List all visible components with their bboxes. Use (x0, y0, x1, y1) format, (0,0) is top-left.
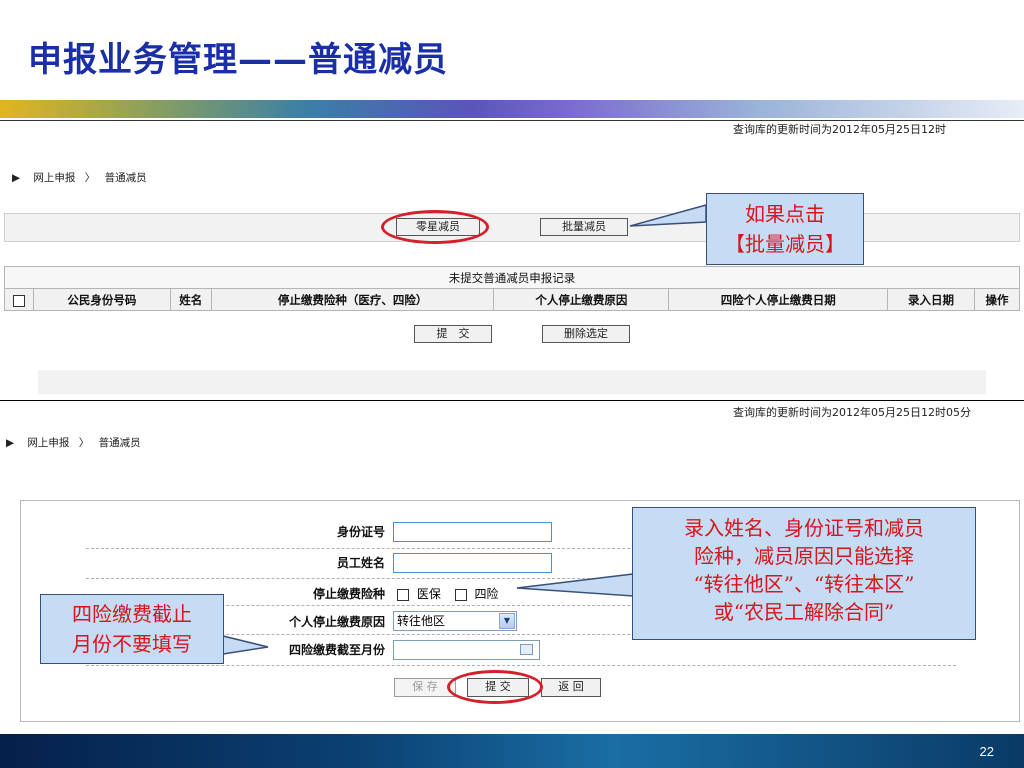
callout-line: 如果点击 (745, 202, 825, 226)
entry-rules-callout: 录入姓名、身份证号和减员 险种，减员原因只能选择 “转往他区”、“转往本区” 或… (632, 507, 976, 640)
callout-line: 四险缴费截止 (72, 602, 192, 626)
callout-line: 录入姓名、身份证号和减员 (684, 516, 924, 540)
callout-line: 月份不要填写 (72, 632, 192, 656)
entry-callout-pointer (516, 573, 634, 597)
month-callout-pointer (222, 635, 269, 655)
footer-band (0, 734, 1024, 768)
callout-line: 或“农民工解除合同” (713, 600, 895, 624)
callout-line: “转往他区”、“转往本区” (693, 572, 915, 596)
batch-callout-pointer (629, 204, 707, 227)
callout-line: 险种，减员原因只能选择 (694, 544, 914, 568)
page-number: 22 (979, 744, 994, 759)
cutoff-month-callout: 四险缴费截止 月份不要填写 (40, 594, 224, 664)
batch-reduce-callout: 如果点击 【批量减员】 (706, 193, 864, 265)
callout-line: 【批量减员】 (725, 232, 845, 256)
